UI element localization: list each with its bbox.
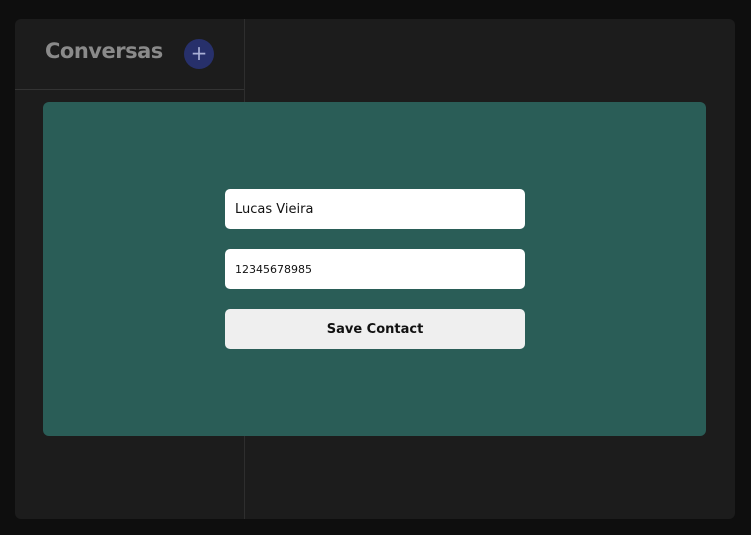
- add-conversation-button[interactable]: +: [184, 39, 214, 69]
- add-contact-modal: Save Contact: [43, 102, 706, 436]
- contact-phone-input[interactable]: [225, 249, 525, 289]
- save-contact-button[interactable]: Save Contact: [225, 309, 525, 349]
- contact-name-input[interactable]: [225, 189, 525, 229]
- sidebar-title: Conversas: [45, 39, 163, 63]
- sidebar-header: Conversas +: [15, 19, 244, 90]
